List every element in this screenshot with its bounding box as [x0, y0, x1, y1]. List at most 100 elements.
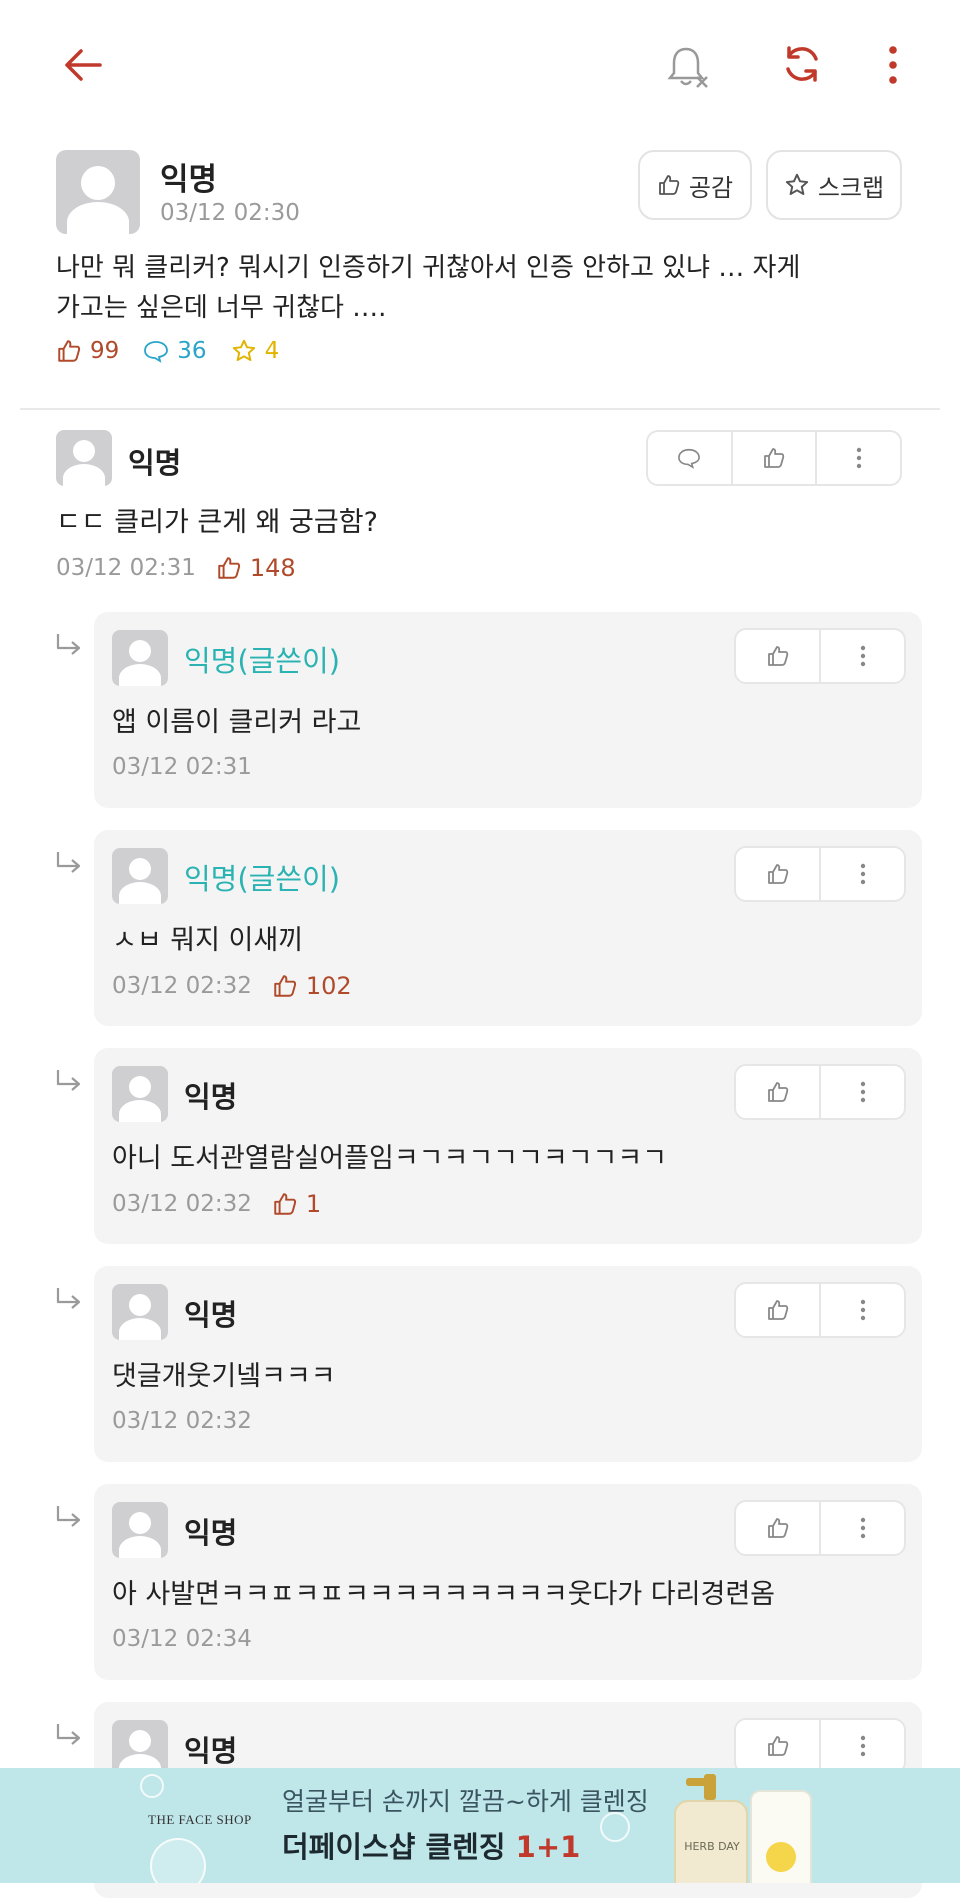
reply-arrow-icon	[54, 850, 84, 876]
thumbs-up-icon	[767, 646, 788, 666]
post-time: 03/12 02:30	[160, 200, 300, 226]
bubble	[140, 1774, 164, 1798]
reply-like-count: 102	[305, 972, 352, 1000]
back-arrow-icon[interactable]	[58, 40, 108, 90]
scrap-label: 스크랩	[817, 173, 885, 202]
like-button[interactable]	[736, 1720, 821, 1772]
refresh-icon[interactable]	[776, 38, 828, 90]
more-button[interactable]	[817, 432, 900, 484]
like-button[interactable]	[736, 630, 821, 682]
comment-meta: 03/12 02:31 148	[56, 554, 296, 582]
reply-arrow-icon	[54, 1286, 84, 1312]
reply-time: 03/12 02:34	[112, 1626, 252, 1652]
more-button[interactable]	[821, 1720, 904, 1772]
avatar	[56, 150, 140, 234]
more-vertical-icon[interactable]	[876, 40, 910, 90]
reply-item: 익명댓글개웃기넼ㅋㅋㅋ 03/12 02:32	[94, 1266, 922, 1462]
thumbs-up-icon	[767, 1736, 788, 1756]
reply-meta: 03/12 02:32	[112, 1408, 264, 1434]
more-vertical-icon	[860, 863, 865, 885]
reply-time: 03/12 02:32	[112, 973, 252, 999]
post-scrap-count: 4	[264, 338, 280, 364]
ad-accent: 1+1	[515, 1830, 581, 1864]
reply-item: 익명아 사발면ㅋㅋㅍㅋㅍㅋㅋㅋㅋㅋㅋㅋㅋㅋ웃다가 다리경련옴 03/12 02:3…	[94, 1484, 922, 1680]
like-button[interactable]	[736, 1066, 821, 1118]
more-button[interactable]	[821, 1284, 904, 1336]
top-bar	[0, 0, 960, 130]
reply-time: 03/12 02:32	[112, 1191, 252, 1217]
reply-meta: 03/12 02:32 1	[112, 1190, 321, 1218]
bell-off-icon[interactable]	[662, 40, 714, 92]
like-button[interactable]	[733, 432, 818, 484]
reply-arrow-icon	[54, 1068, 84, 1094]
avatar	[112, 848, 168, 904]
thumbs-up-icon	[767, 1300, 788, 1320]
reply-meta: 03/12 02:32 102	[112, 972, 352, 1000]
reply-actions	[734, 1064, 906, 1120]
ad-banner[interactable]: THE FACE SHOP 얼굴부터 손까지 깔끔~하게 클렌징 더페이스샵 클…	[0, 1768, 960, 1883]
reply-text: 앱 이름이 클리커 라고	[112, 707, 362, 738]
post-body-line: 나만 뭐 클리커? 뭐시기 인증하기 귀찮아서 인증 안하고 있냐 … 자게	[56, 253, 801, 283]
reply-button[interactable]	[648, 432, 733, 484]
post-author: 익명	[160, 162, 218, 198]
thumbs-up-icon	[274, 975, 296, 997]
thumbs-up-icon	[767, 1082, 788, 1102]
ad-headline-2: 더페이스샵 클렌징 1+1	[282, 1830, 581, 1864]
more-vertical-icon	[860, 1081, 865, 1103]
avatar	[56, 430, 112, 486]
reply-author: 익명	[184, 1298, 238, 1332]
reply-author: 익명	[184, 1516, 238, 1550]
like-button[interactable]	[736, 848, 821, 900]
reply-actions	[734, 1718, 906, 1774]
more-vertical-icon	[860, 645, 865, 667]
thumbs-up-icon	[58, 340, 81, 362]
divider	[20, 408, 940, 410]
reply-actions	[734, 846, 906, 902]
more-vertical-icon	[860, 1735, 865, 1757]
bottle-label: HERB DAY	[684, 1840, 740, 1853]
more-button[interactable]	[821, 630, 904, 682]
thumbs-up-icon	[767, 864, 788, 884]
reply-actions	[734, 1500, 906, 1556]
reply-like-count: 1	[305, 1190, 322, 1218]
avatar	[112, 1502, 168, 1558]
reply-author: 익명(글쓴이)	[184, 862, 341, 896]
more-button[interactable]	[821, 1066, 904, 1118]
reply-author: 익명	[184, 1734, 238, 1768]
like-button[interactable]	[736, 1284, 821, 1336]
thumbs-up-icon	[764, 448, 785, 468]
reply-arrow-icon	[54, 632, 84, 658]
reply-actions	[734, 628, 906, 684]
scrap-button[interactable]: 스크랩	[766, 150, 902, 220]
reply-arrow-icon	[54, 1504, 84, 1530]
reply-meta: 03/12 02:31	[112, 754, 264, 780]
like-button[interactable]	[736, 1502, 821, 1554]
empathy-label: 공감	[688, 173, 734, 202]
reply-text: ㅅㅂ 뭐지 이새끼	[112, 925, 304, 956]
reply-text: 댓글개웃기넼ㅋㅋㅋ	[112, 1361, 336, 1392]
comment-icon	[144, 341, 169, 363]
comment-icon	[678, 448, 701, 469]
reply-item: 익명(글쓴이) 앱 이름이 클리커 라고 03/12 02:31	[94, 612, 922, 808]
reply-text: 아니 도서관열람실어플임ㅋㄱㅋㄱㄱㄱㅋㄱㄱㅋㄱ	[112, 1143, 668, 1174]
comment-actions	[646, 430, 902, 486]
ad-brand: THE FACE SHOP	[148, 1812, 252, 1827]
reply-meta: 03/12 02:34	[112, 1626, 264, 1652]
post-body-line: 가고는 싶은데 너무 귀찮다 ….	[56, 293, 387, 323]
star-icon	[232, 339, 255, 361]
reply-actions	[734, 1282, 906, 1338]
avatar	[112, 1284, 168, 1340]
avatar	[112, 630, 168, 686]
comment-like-count: 148	[249, 554, 296, 582]
reply-arrow-icon	[54, 1722, 84, 1748]
star-icon	[785, 173, 809, 195]
more-button[interactable]	[821, 848, 904, 900]
empathy-button[interactable]: 공감	[638, 150, 752, 220]
thumbs-up-icon	[218, 557, 240, 579]
bubble	[150, 1838, 206, 1883]
reply-author: 익명	[184, 1080, 238, 1114]
more-button[interactable]	[821, 1502, 904, 1554]
more-vertical-icon	[856, 447, 861, 469]
reply-text: 아 사발면ㅋㅋㅍㅋㅍㅋㅋㅋㅋㅋㅋㅋㅋㅋ웃다가 다리경련옴	[112, 1579, 776, 1610]
thumbs-up-icon	[767, 1518, 788, 1538]
